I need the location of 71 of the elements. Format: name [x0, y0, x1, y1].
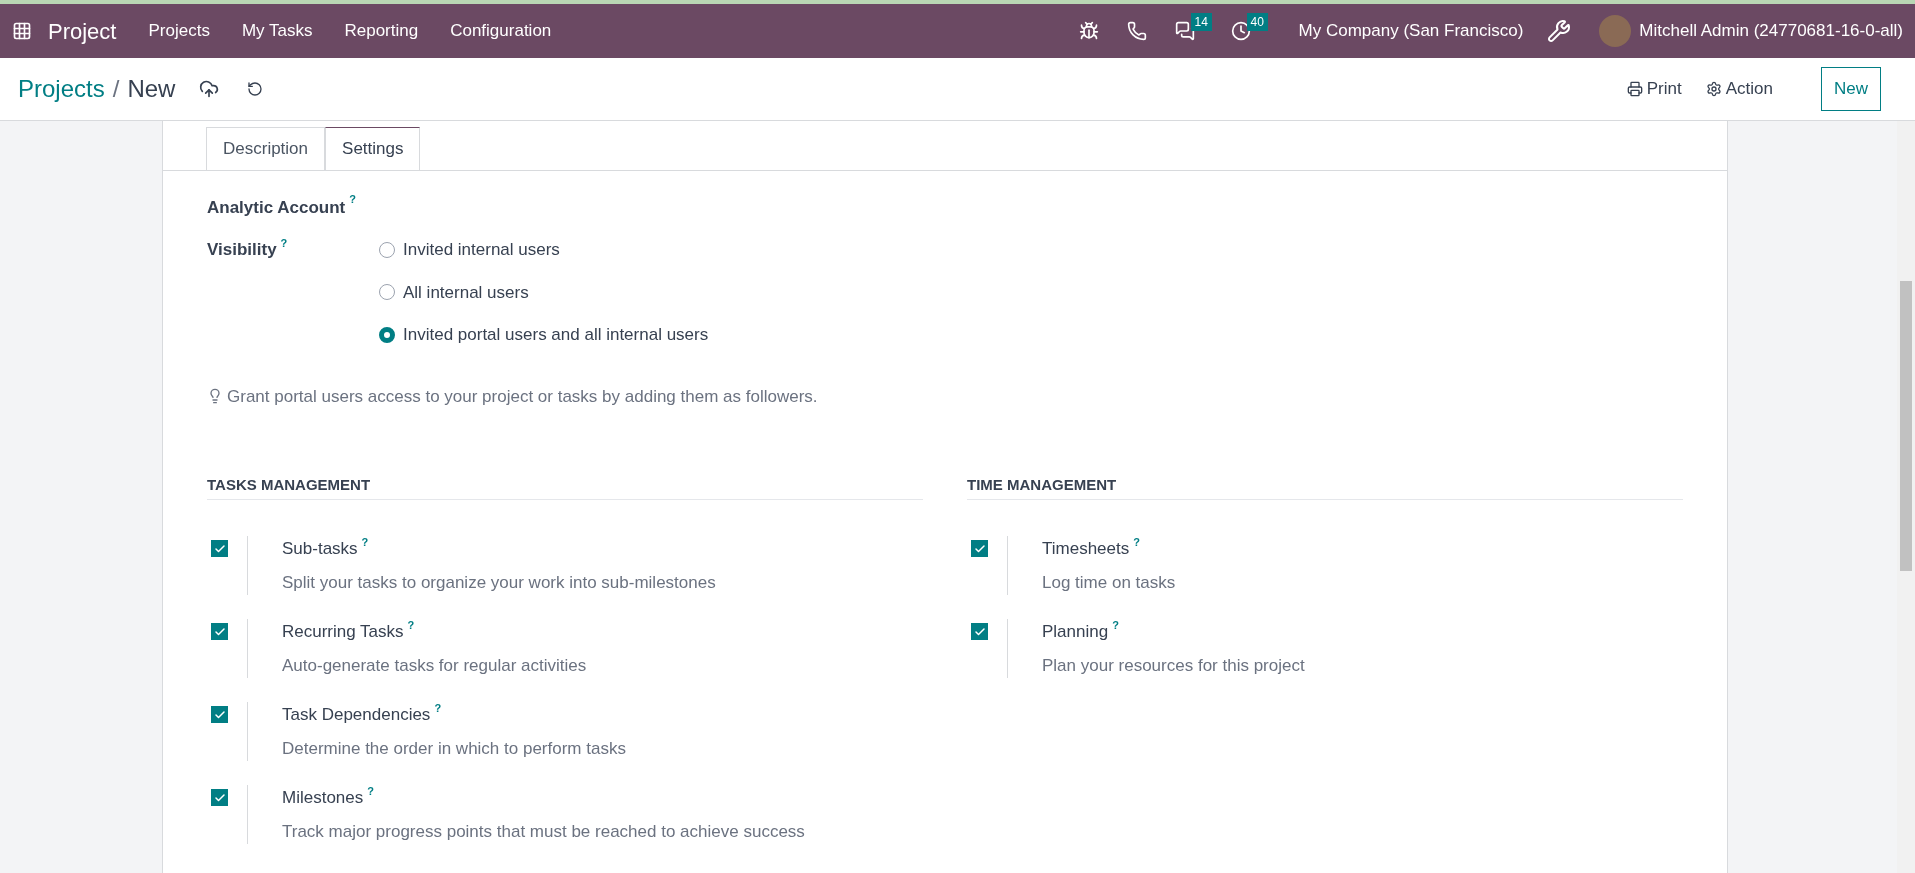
radio-button[interactable]	[379, 284, 395, 301]
menu-item[interactable]: My Tasks	[241, 18, 313, 44]
setting-label: Timesheets	[1042, 538, 1130, 560]
company-switcher[interactable]: My Company (San Francisco)	[1298, 18, 1524, 44]
setting-description: Split your tasks to organize your work into sub-milestones	[282, 571, 716, 594]
checkbox[interactable]	[211, 706, 228, 723]
app-name[interactable]: Project	[48, 14, 117, 48]
discard-icon[interactable]	[247, 81, 264, 97]
print-button[interactable]: Print	[1626, 76, 1682, 102]
radio-label: Invited portal users and all internal users	[403, 324, 709, 346]
gear-icon	[1705, 81, 1722, 97]
check-icon	[973, 542, 986, 555]
lightbulb-icon	[207, 388, 223, 405]
phone-icon[interactable]	[1126, 21, 1147, 41]
checkbox[interactable]	[971, 623, 988, 640]
field-label: Visibility	[207, 239, 277, 261]
checkbox[interactable]	[971, 540, 988, 557]
setting-description: Determine the order in which to perform tasks	[282, 737, 626, 760]
radio-button[interactable]	[379, 241, 395, 258]
setting-label: Sub-tasks	[282, 538, 358, 560]
hint-text: Grant portal users access to your project or tasks by adding them as followers.	[227, 385, 818, 408]
breadcrumb-current: New	[127, 74, 176, 104]
help-mark[interactable]: ?	[280, 237, 288, 249]
setting-description: Plan your resources for this project	[1042, 654, 1305, 677]
setting-description: Auto-generate tasks for regular activities	[282, 654, 587, 677]
help-mark[interactable]: ?	[1112, 619, 1119, 631]
check-icon	[213, 708, 226, 721]
setting-description: Log time on tasks	[1042, 571, 1176, 594]
printer-icon	[1626, 81, 1643, 97]
tab[interactable]: Settings	[325, 127, 421, 170]
radio-label: Invited internal users	[403, 239, 560, 261]
checkbox[interactable]	[211, 540, 228, 557]
help-mark[interactable]: ?	[1133, 536, 1140, 548]
user-menu[interactable]: Mitchell Admin (24770681-16-0-all)	[1639, 18, 1903, 44]
menu-item[interactable]: Configuration	[450, 18, 552, 44]
activity-count-badge: 40	[1246, 13, 1268, 31]
check-icon	[973, 625, 986, 638]
message-count-badge: 14	[1190, 13, 1212, 31]
menu-item[interactable]: Projects	[148, 18, 210, 44]
breadcrumb-separator: /	[112, 74, 120, 104]
setting-label: Planning	[1042, 621, 1109, 643]
section-heading: TIME MANAGEMENT	[967, 476, 1117, 493]
setting-label: Task Dependencies	[282, 704, 431, 726]
check-icon	[213, 542, 226, 555]
setting-label: Milestones	[282, 787, 364, 809]
menu-item[interactable]: Reporting	[344, 18, 419, 44]
help-mark[interactable]: ?	[367, 785, 374, 797]
apps-grid-icon[interactable]	[12, 21, 32, 41]
breadcrumb-link[interactable]: Projects	[18, 71, 105, 107]
setting-description: Track major progress points that must be reached to achieve success	[282, 820, 805, 843]
radio-button[interactable]	[379, 326, 395, 343]
chat-icon[interactable]	[1174, 21, 1195, 41]
save-icon[interactable]	[199, 79, 220, 99]
action-button[interactable]: Action	[1705, 76, 1773, 102]
field-label: Analytic Account	[207, 197, 346, 220]
checkbox[interactable]	[211, 789, 228, 806]
bug-icon[interactable]	[1078, 21, 1099, 41]
section-heading: TASKS MANAGEMENT	[207, 476, 371, 493]
clock-icon[interactable]	[1230, 21, 1251, 41]
help-mark[interactable]: ?	[361, 536, 369, 548]
radio-label: All internal users	[403, 281, 529, 304]
check-icon	[213, 625, 226, 638]
tools-icon[interactable]	[1547, 19, 1572, 43]
help-mark[interactable]: ?	[349, 193, 356, 205]
new-button[interactable]: New	[1821, 67, 1881, 111]
setting-label: Recurring Tasks	[282, 621, 404, 643]
help-mark[interactable]: ?	[407, 619, 415, 631]
check-icon	[213, 791, 226, 804]
help-mark[interactable]: ?	[434, 702, 442, 714]
checkbox[interactable]	[211, 623, 228, 640]
scrollbar[interactable]	[1897, 121, 1915, 873]
